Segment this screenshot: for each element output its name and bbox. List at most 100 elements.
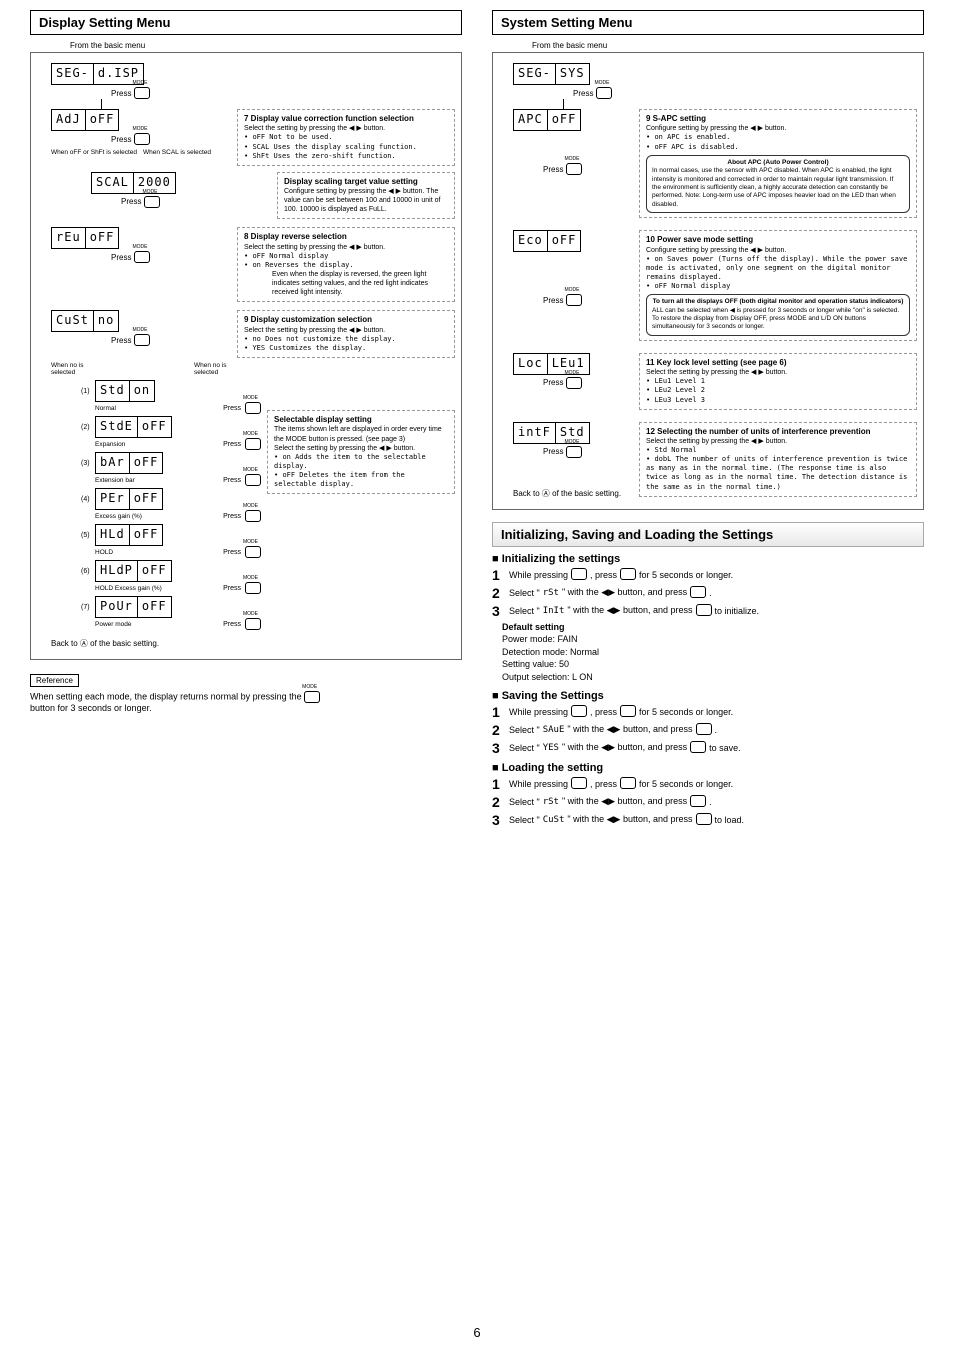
seg-item: bAroFF	[95, 452, 163, 474]
press-label: Press	[223, 477, 241, 484]
press-label: Press	[121, 197, 141, 206]
mode-button-icon[interactable]	[696, 604, 712, 616]
step3-c: " with the ◀▶ button, and press	[567, 605, 692, 616]
seg-apc: APC oFF	[513, 109, 581, 131]
eco-sub-body: ALL can be selected when ◀ is pressed fo…	[652, 307, 904, 332]
step3-d: to initialize.	[715, 606, 760, 616]
sv3-c: " with the ◀▶ button, and press	[562, 742, 687, 753]
mode-button-icon[interactable]	[596, 87, 612, 99]
press-label: Press	[223, 513, 241, 520]
eco-subbox: To turn all the displays OFF (both digit…	[646, 294, 910, 336]
mode-button-icon[interactable]	[690, 741, 706, 753]
mode-button-icon[interactable]	[144, 196, 160, 208]
seg-item: HLdoFF	[95, 524, 163, 546]
mode-button-icon[interactable]	[690, 586, 706, 598]
item-index: (6)	[81, 568, 95, 575]
mode-button-icon[interactable]	[245, 474, 261, 486]
box11-title: 11 Key lock level setting (see page 6)	[646, 358, 910, 368]
branch-no-left: When no is selected	[51, 362, 106, 376]
seg-eco: Eco oFF	[513, 230, 581, 252]
mode-button-icon[interactable]	[690, 795, 706, 807]
mode-button-icon[interactable]	[134, 133, 150, 145]
box-sel-title: Selectable display setting	[274, 415, 448, 425]
step1-c: for 5 seconds or longer.	[639, 570, 733, 580]
item-index: (2)	[81, 424, 95, 431]
item-index: (4)	[81, 496, 95, 503]
ref-note1: When setting each mode, the display retu…	[30, 691, 302, 701]
seg-sys-l: SEG-	[514, 64, 556, 84]
box-scal: Display scaling target value setting Con…	[277, 172, 455, 220]
box8-title: 8 Display reverse selection	[244, 232, 448, 242]
item-label: Extension bar	[95, 477, 135, 484]
sv2-c: " with the ◀▶ button, and press	[567, 724, 692, 735]
seg-loc-l: Loc	[514, 354, 548, 374]
seg-item-l: StdE	[96, 417, 138, 437]
mode-button-icon[interactable]	[245, 438, 261, 450]
seg-item-l: bAr	[96, 453, 130, 473]
step2-a: Select "	[509, 588, 540, 598]
mode-button-icon[interactable]	[245, 582, 261, 594]
ld3-c: " with the ◀▶ button, and press	[567, 814, 692, 825]
mode-button-icon[interactable]	[566, 377, 582, 389]
mode-button-icon[interactable]	[566, 446, 582, 458]
press-label: Press	[111, 253, 131, 262]
mode-button-icon[interactable]	[245, 510, 261, 522]
def4: Output selection: L ON	[502, 672, 593, 682]
box9s-title: 9 S-APC setting	[646, 114, 910, 124]
ld-on-button-icon[interactable]	[571, 705, 587, 717]
def2: Detection mode: Normal	[502, 647, 599, 657]
seg-rev-r: oFF	[86, 228, 119, 248]
press-label: Press	[543, 165, 563, 174]
seg-item-r: on	[130, 381, 154, 401]
box11-li1: LEu1 Level 1	[654, 377, 705, 385]
mode-button-icon[interactable]	[696, 723, 712, 735]
from-basic-left: From the basic menu	[70, 41, 462, 50]
mode-button-icon[interactable]	[134, 87, 150, 99]
mode-button-icon[interactable]	[245, 618, 261, 630]
box9-li2: YES Customizes the display.	[252, 344, 366, 352]
box-scal-body: Configure setting by pressing the ◀ ▶ bu…	[284, 187, 448, 214]
step-num: 2	[492, 794, 506, 810]
ld1-a: While pressing	[509, 779, 568, 789]
seg-item: Stdon	[95, 380, 155, 402]
system-menu-box: SEG- SYS Press APC oFF Press	[492, 52, 924, 510]
seg-rev-l: rEu	[52, 228, 86, 248]
step1-a: While pressing	[509, 570, 568, 580]
mode-button-icon[interactable]	[696, 813, 712, 825]
seg-scal: SCAL 2000	[91, 172, 176, 194]
eco-sub-title: To turn all the displays OFF (both digit…	[652, 298, 904, 306]
seg-item: HLdPoFF	[95, 560, 172, 582]
ld2-b: rSt	[543, 797, 559, 807]
item-index: (3)	[81, 460, 95, 467]
seg-item-l: PEr	[96, 489, 130, 509]
save-sub-h: Saving the Settings	[492, 690, 924, 702]
press-label: Press	[223, 621, 241, 628]
set-button-icon[interactable]	[620, 705, 636, 717]
ld-on-button-icon[interactable]	[571, 777, 587, 789]
def3: Setting value: 50	[502, 659, 569, 669]
init-sub-h1: Initializing the settings	[492, 553, 924, 565]
box7-li3: ShFt Uses the zero-shift function.	[252, 152, 395, 160]
seg-intf-l: intF	[514, 423, 556, 443]
mode-button-icon[interactable]	[566, 163, 582, 175]
seg-sys-r: SYS	[556, 64, 589, 84]
mode-button-icon[interactable]	[245, 402, 261, 414]
back-to-a-left: Back to Ⓐ of the basic setting.	[51, 638, 455, 649]
box12: 12 Selecting the number of units of inte…	[639, 422, 917, 497]
sv3-d: to save.	[709, 743, 741, 753]
item-label: Normal	[95, 405, 116, 412]
box-selectable: Selectable display setting The items sho…	[267, 410, 455, 494]
ld-on-button-icon[interactable]	[571, 568, 587, 580]
box9s: 9 S-APC setting Configure setting by pre…	[639, 109, 917, 218]
ld2-a: Select "	[509, 797, 540, 807]
set-button-icon[interactable]	[620, 568, 636, 580]
sv1-b: , press	[590, 707, 617, 717]
set-button-icon[interactable]	[620, 777, 636, 789]
item-label: HOLD	[95, 549, 113, 556]
mode-button-icon[interactable]	[245, 546, 261, 558]
mode-button-icon[interactable]	[134, 334, 150, 346]
seg-item-l: HLd	[96, 525, 130, 545]
mode-button-icon[interactable]	[134, 251, 150, 263]
mode-button-icon[interactable]	[566, 294, 582, 306]
mode-button-icon[interactable]	[304, 691, 320, 703]
